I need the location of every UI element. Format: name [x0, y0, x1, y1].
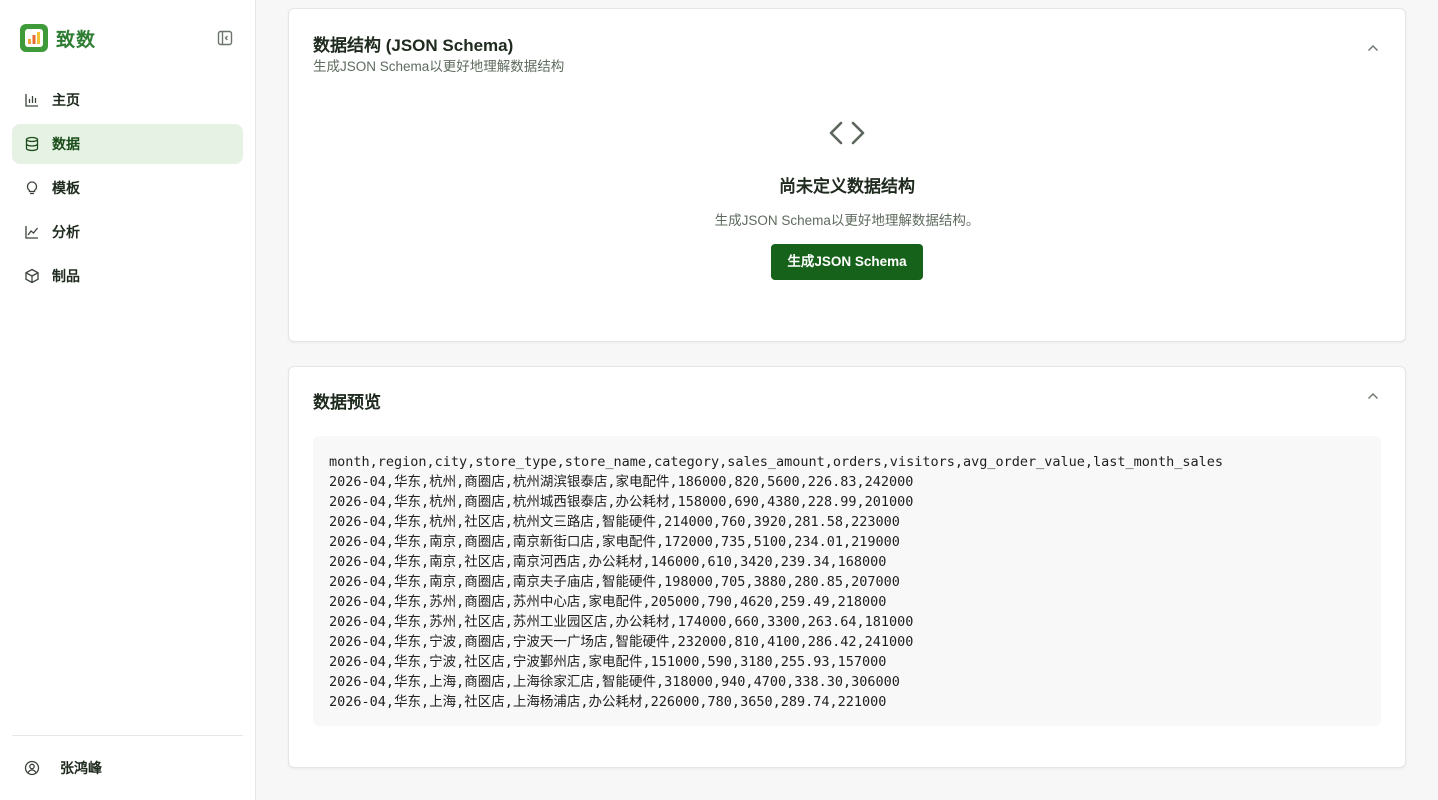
user-circle-icon: [24, 760, 40, 776]
chevron-up-icon[interactable]: [1365, 388, 1381, 404]
sidebar-item-analysis[interactable]: 分析: [12, 212, 243, 252]
bar-chart-icon: [24, 92, 40, 108]
sidebar-item-home[interactable]: 主页: [12, 80, 243, 120]
user-name: 张鸿峰: [60, 760, 102, 776]
code-line: month,region,city,store_type,store_name,…: [329, 454, 1224, 470]
sidebar-item-templates[interactable]: 模板: [12, 168, 243, 208]
code-line: 2026-04,华东,杭州,商圈店,杭州城西银泰店,办公耗材,158000,69…: [329, 494, 914, 510]
sidebar-divider: [12, 735, 243, 736]
code-line: 2026-04,华东,宁波,商圈店,宁波天一广场店,智能硬件,232000,81…: [329, 634, 914, 650]
schema-empty-state: 尚未定义数据结构 生成JSON Schema以更好地理解数据结构。 生成JSON…: [289, 119, 1405, 280]
line-chart-icon: [24, 224, 40, 240]
code-line: 2026-04,华东,宁波,社区店,宁波鄞州店,家电配件,151000,590,…: [329, 654, 887, 670]
code-line: 2026-04,华东,苏州,社区店,苏州工业园区店,办公耗材,174000,66…: [329, 614, 914, 630]
code-line: 2026-04,华东,南京,社区店,南京河西店,办公耗材,146000,610,…: [329, 554, 887, 570]
code-line: 2026-04,华东,南京,商圈店,南京夫子庙店,智能硬件,198000,705…: [329, 574, 900, 590]
code-line: 2026-04,华东,杭州,商圈店,杭州湖滨银泰店,家电配件,186000,82…: [329, 474, 914, 490]
preview-title: 数据预览: [313, 393, 381, 412]
user-profile[interactable]: 张鸿峰: [24, 758, 102, 778]
chevron-up-icon[interactable]: [1365, 40, 1381, 56]
app-name: 致数: [56, 29, 97, 51]
sidebar-item-label: 模板: [52, 180, 80, 196]
code-line: 2026-04,华东,南京,商圈店,南京新街口店,家电配件,172000,735…: [329, 534, 900, 550]
code-line: 2026-04,华东,苏州,商圈店,苏州中心店,家电配件,205000,790,…: [329, 594, 887, 610]
generate-schema-button[interactable]: 生成JSON Schema: [771, 244, 923, 280]
empty-description: 生成JSON Schema以更好地理解数据结构。: [714, 213, 980, 228]
preview-card: 数据预览 month,region,city,store_type,store_…: [288, 366, 1406, 768]
data-preview-code: month,region,city,store_type,store_name,…: [313, 436, 1381, 726]
main-content: 数据结构 (JSON Schema) 生成JSON Schema以更好地理解数据…: [256, 0, 1438, 800]
sidebar: 致数 主页 数据 模板 分析 制品 张鸿峰: [0, 0, 256, 800]
sidebar-item-label: 数据: [52, 136, 80, 152]
sidebar-item-label: 制品: [52, 268, 80, 284]
schema-title: 数据结构 (JSON Schema): [313, 36, 514, 55]
sidebar-nav: 主页 数据 模板 分析 制品: [12, 80, 243, 300]
lightbulb-icon: [24, 180, 40, 196]
database-icon: [24, 136, 40, 152]
schema-subtitle: 生成JSON Schema以更好地理解数据结构: [313, 59, 565, 74]
code-line: 2026-04,华东,上海,社区店,上海杨浦店,办公耗材,226000,780,…: [329, 694, 887, 710]
sidebar-item-label: 分析: [52, 224, 80, 240]
sidebar-collapse-icon[interactable]: [216, 29, 234, 47]
code-line: 2026-04,华东,杭州,社区店,杭州文三路店,智能硬件,214000,760…: [329, 514, 900, 530]
code-icon: [827, 119, 867, 147]
empty-title: 尚未定义数据结构: [779, 177, 915, 196]
cube-icon: [24, 268, 40, 284]
app-logo-icon: [20, 24, 48, 52]
schema-card: 数据结构 (JSON Schema) 生成JSON Schema以更好地理解数据…: [288, 8, 1406, 342]
sidebar-item-artifacts[interactable]: 制品: [12, 256, 243, 296]
sidebar-item-label: 主页: [52, 92, 80, 108]
brand[interactable]: 致数: [20, 24, 96, 52]
sidebar-item-data[interactable]: 数据: [12, 124, 243, 164]
code-line: 2026-04,华东,上海,商圈店,上海徐家汇店,智能硬件,318000,940…: [329, 674, 900, 690]
